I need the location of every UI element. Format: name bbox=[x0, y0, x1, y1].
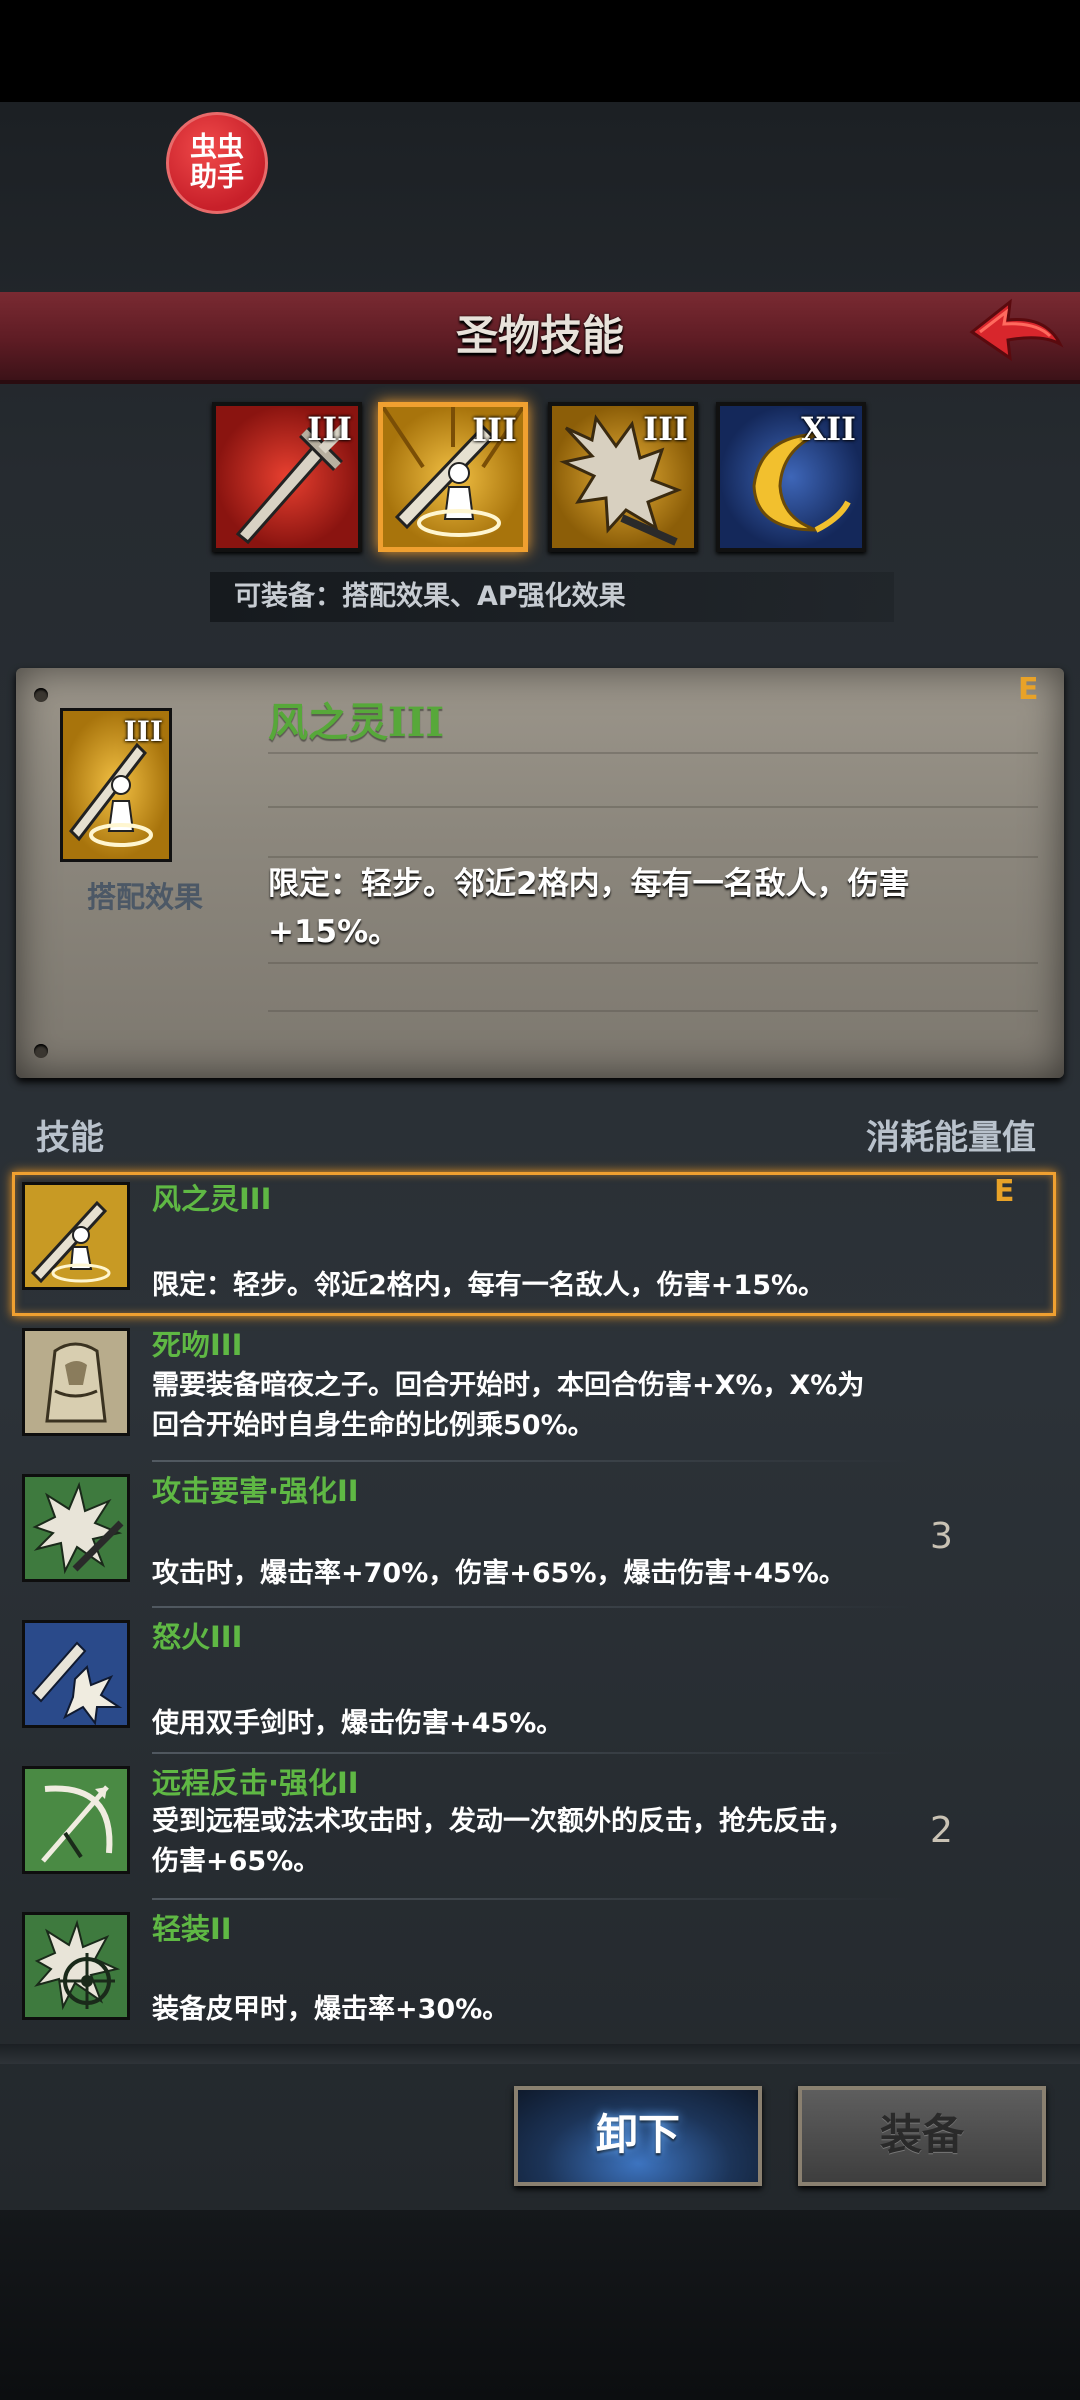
skill-icon bbox=[22, 1328, 130, 1436]
skill-row-light-armor[interactable]: 轻装II 装备皮甲时，爆击率+30%。 bbox=[0, 1902, 1080, 2046]
rivet bbox=[34, 688, 48, 702]
skill-row-rage[interactable]: 怒火III 使用双手剑时，爆击伤害+45%。 bbox=[0, 1610, 1080, 1754]
cost-column-label: 消耗能量值 bbox=[866, 1118, 1036, 1158]
skill-icon bbox=[22, 1620, 130, 1728]
skill-row-ranged-counter[interactable]: 远程反击·强化II 受到远程或法术攻击时，发动一次额外的反击，抢先反击，伤害+6… bbox=[0, 1756, 1080, 1900]
relic-slot-1[interactable]: III bbox=[212, 402, 362, 552]
row-divider bbox=[152, 1752, 912, 1754]
detail-icon-rank: III bbox=[123, 715, 163, 748]
detail-skill-icon: III bbox=[60, 708, 172, 862]
skill-name: 攻击要害·强化II bbox=[152, 1474, 359, 1508]
relic-slot-3[interactable]: III bbox=[548, 402, 698, 552]
skill-icon bbox=[22, 1766, 130, 1874]
screen: 虫虫 助手 圣物技能 III III III XII 可装备：搭配效果、AP强化… bbox=[0, 0, 1080, 2400]
rivet bbox=[34, 1044, 48, 1058]
detail-skill-description: 限定：轻步。邻近2格内，每有一名敌人，伤害+15%。 bbox=[268, 866, 910, 950]
detail-skill-name: 风之灵III bbox=[268, 699, 445, 746]
equip-note: 可装备：搭配效果、AP强化效果 bbox=[210, 572, 894, 622]
bow-arrow-icon bbox=[25, 1769, 127, 1871]
skill-icon bbox=[22, 1912, 130, 2020]
helper-badge-label: 虫虫 助手 bbox=[190, 132, 244, 193]
skill-name: 死吻III bbox=[152, 1328, 243, 1362]
skill-description: 受到远程或法术攻击时，发动一次额外的反击，抢先反击，伤害+65%。 bbox=[152, 1806, 854, 1877]
list-bottom-divider bbox=[0, 2044, 1080, 2064]
skill-row-death-kiss[interactable]: 死吻III 需要装备暗夜之子。回合开始时，本回合伤害+X%，X%为回合开始时自身… bbox=[0, 1318, 1080, 1462]
row-divider bbox=[152, 1898, 912, 1900]
skill-list-header: 技能 消耗能量值 bbox=[0, 1104, 1080, 1162]
skill-column-label: 技能 bbox=[36, 1118, 104, 1158]
relic-rank-label: III bbox=[472, 411, 517, 449]
skill-name: 怒火III bbox=[152, 1620, 243, 1654]
detail-rule bbox=[268, 752, 1038, 754]
bottom-area bbox=[0, 2210, 1080, 2400]
skill-description: 攻击时，爆击率+70%，伤害+65%，爆击伤害+45%。 bbox=[152, 1558, 846, 1589]
detail-rule bbox=[268, 1010, 1038, 1012]
unequip-button[interactable]: 卸下 bbox=[514, 2086, 762, 2186]
skill-energy-cost: 3 bbox=[930, 1516, 953, 1557]
back-button[interactable] bbox=[966, 292, 1066, 372]
skill-description: 需要装备暗夜之子。回合开始时，本回合伤害+X%，X%为回合开始时自身生命的比例乘… bbox=[152, 1370, 865, 1441]
green-burst-blade-icon bbox=[25, 1477, 127, 1579]
blue-rage-sword-icon bbox=[25, 1623, 127, 1725]
relic-rank-label: III bbox=[307, 410, 352, 448]
skill-row-vital-strike[interactable]: 攻击要害·强化II 攻击时，爆击率+70%，伤害+65%，爆击伤害+45%。 3 bbox=[0, 1464, 1080, 1608]
helper-badge[interactable]: 虫虫 助手 bbox=[166, 112, 268, 214]
detail-rule bbox=[268, 856, 1038, 858]
skill-name: 远程反击·强化II bbox=[152, 1766, 359, 1800]
selected-row-highlight bbox=[12, 1172, 1056, 1316]
page-title: 圣物技能 bbox=[455, 311, 624, 360]
equip-button[interactable]: 装备 bbox=[798, 2086, 1046, 2186]
skill-description: 装备皮甲时，爆击率+30%。 bbox=[152, 1994, 510, 2025]
crosshair-burst-icon bbox=[25, 1915, 127, 2017]
skill-icon bbox=[22, 1474, 130, 1582]
detail-rank-badge: E bbox=[1018, 672, 1039, 707]
detail-rule bbox=[268, 962, 1038, 964]
robed-figure-icon bbox=[25, 1331, 127, 1433]
skill-energy-cost: 2 bbox=[930, 1810, 953, 1851]
relic-slot-4[interactable]: XII bbox=[716, 402, 866, 552]
row-divider bbox=[152, 1460, 912, 1462]
row-divider bbox=[152, 1606, 912, 1608]
skill-name: 轻装II bbox=[152, 1912, 232, 1946]
back-arrow-icon bbox=[969, 298, 1064, 362]
relic-slot-2[interactable]: III bbox=[378, 402, 528, 552]
skill-description: 使用双手剑时，爆击伤害+45%。 bbox=[152, 1708, 564, 1739]
relic-rank-label: XII bbox=[801, 410, 856, 448]
title-bar: 圣物技能 bbox=[0, 292, 1080, 384]
detail-rule bbox=[268, 806, 1038, 808]
relic-rank-label: III bbox=[643, 410, 688, 448]
detail-caption: 搭配效果 bbox=[86, 880, 203, 914]
